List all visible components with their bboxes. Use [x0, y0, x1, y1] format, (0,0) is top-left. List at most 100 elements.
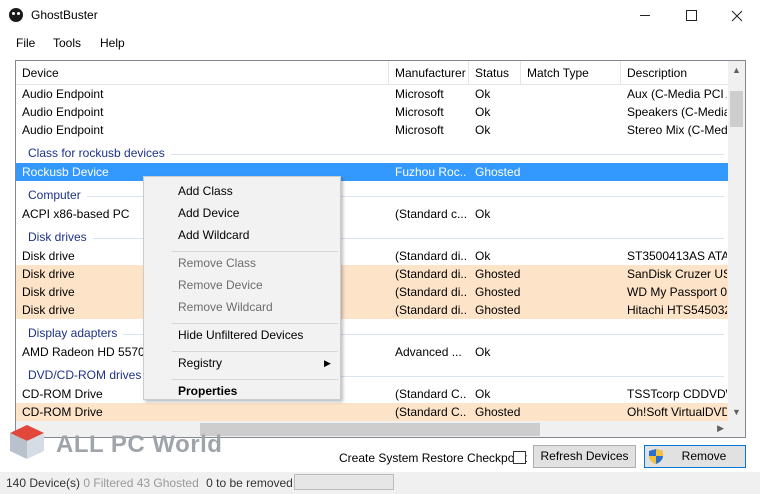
- scroll-up-icon[interactable]: ▲: [732, 65, 741, 75]
- cell-description: Oh!Soft VirtualDVD-RO: [627, 405, 727, 419]
- restore-checkpoint-checkbox[interactable]: [513, 451, 526, 464]
- table-row[interactable]: CD-ROM Drive (Standard C... Ghosted Oh!Soft…: [16, 403, 728, 421]
- cell-manufacturer: Microsoft: [395, 105, 444, 119]
- table-row[interactable]: Audio Endpoint Microsoft Ok Aux (C-Media PC…: [16, 85, 728, 103]
- context-menu: Add Class Add Device Add Wildcard Remove Cl…: [143, 176, 341, 400]
- minimize-button[interactable]: [622, 0, 668, 31]
- remove-ghosts-button[interactable]: Remove Ghosts: [644, 445, 746, 484]
- status-filtered-ghosted: 0 Filtered 43 Ghosted: [83, 476, 199, 490]
- group-header: DVD/CD-ROM drives: [16, 365, 728, 385]
- group-label: Class for rockusb devices: [28, 146, 171, 160]
- table-row[interactable]: Audio Endpoint Microsoft Ok Stereo Mix (C-M…: [16, 121, 728, 139]
- column-status[interactable]: Status: [475, 66, 509, 80]
- watermark-logo: [10, 425, 44, 459]
- context-item-add-device[interactable]: Add Device: [178, 206, 239, 220]
- status-device-count: 140 Device(s): [6, 476, 81, 490]
- cell-manufacturer: (Standard c...: [395, 207, 467, 221]
- vertical-scroll-thumb[interactable]: [730, 91, 743, 127]
- column-device[interactable]: Device: [22, 66, 59, 80]
- menu-file[interactable]: File: [16, 36, 35, 50]
- scroll-corner: [728, 421, 745, 437]
- table-row[interactable]: Disk drive (Standard di... Ghosted Hitachi …: [16, 301, 728, 319]
- table-row[interactable]: ACPI x86-based PC (Standard c... Ok: [16, 205, 728, 223]
- context-item-add-wildcard[interactable]: Add Wildcard: [178, 228, 249, 242]
- context-item-hide-unfiltered-devices[interactable]: Hide Unfiltered Devices: [178, 328, 303, 342]
- cell-manufacturer: (Standard di...: [395, 267, 467, 281]
- horizontal-scroll-thumb[interactable]: [200, 423, 540, 436]
- menu-bar: File Tools Help: [0, 31, 760, 55]
- cell-manufacturer: Advanced ...: [395, 345, 462, 359]
- list-header: Device Manufacturer Status Match Type De…: [16, 61, 728, 85]
- table-row[interactable]: AMD Radeon HD 5570 Advanced ... Ok: [16, 343, 728, 361]
- progress-bar: [294, 474, 394, 490]
- cell-device: Audio Endpoint: [22, 123, 104, 137]
- table-row[interactable]: Disk drive (Standard di... Ghosted WD My Pa…: [16, 283, 728, 301]
- group-header: Disk drives: [16, 227, 728, 247]
- close-button[interactable]: [714, 0, 760, 31]
- cell-manufacturer: Fuzhou Roc...: [395, 165, 467, 179]
- context-item-properties[interactable]: Properties: [178, 384, 237, 398]
- group-header: Computer: [16, 185, 728, 205]
- status-to-remove: 0 to be removed: [206, 476, 293, 490]
- column-match-type[interactable]: Match Type: [527, 66, 589, 80]
- table-row[interactable]: Audio Endpoint Microsoft Ok Speakers (C-Med…: [16, 103, 728, 121]
- cell-status: Ok: [475, 123, 491, 137]
- menu-separator: [172, 323, 338, 324]
- close-icon: [731, 10, 743, 22]
- column-manufacturer[interactable]: Manufacturer: [395, 66, 466, 80]
- submenu-arrow-icon: ▶: [324, 358, 331, 368]
- cell-description: SanDisk Cruzer USB De: [627, 267, 727, 281]
- group-label: Computer: [28, 188, 87, 202]
- cell-status: Ghosted: [475, 267, 521, 281]
- column-description[interactable]: Description: [627, 66, 687, 80]
- group-header: Class for rockusb devices: [16, 143, 728, 163]
- group-label: Display adapters: [28, 326, 124, 340]
- cell-device: Audio Endpoint: [22, 87, 104, 101]
- cell-status: Ok: [475, 345, 491, 359]
- scroll-right-icon[interactable]: ▶: [717, 423, 724, 434]
- context-item-remove-class: Remove Class: [178, 256, 257, 270]
- cell-manufacturer: (Standard di...: [395, 285, 467, 299]
- context-item-remove-device: Remove Device: [178, 278, 263, 292]
- vertical-scrollbar[interactable]: ▲ ▼: [728, 61, 745, 421]
- cell-description: Stereo Mix (C-Media PC: [627, 123, 727, 137]
- scroll-down-icon[interactable]: ▼: [732, 407, 741, 417]
- group-header: Display adapters: [16, 323, 728, 343]
- context-item-add-class[interactable]: Add Class: [178, 184, 233, 198]
- context-item-remove-wildcard: Remove Wildcard: [178, 300, 273, 314]
- cell-manufacturer: (Standard C...: [395, 405, 467, 419]
- cell-manufacturer: (Standard di...: [395, 303, 467, 317]
- cell-manufacturer: Microsoft: [395, 123, 444, 137]
- table-row[interactable]: Rockusb Device Fuzhou Roc... Ghosted: [16, 163, 728, 181]
- cell-device: CD-ROM Drive: [22, 405, 103, 419]
- cell-description: WD My Passport 0820 U: [627, 285, 727, 299]
- cell-description: Hitachi HTS545032B9A3: [627, 303, 727, 317]
- table-row[interactable]: Disk drive (Standard di... Ghosted SanDisk …: [16, 265, 728, 283]
- table-row[interactable]: CD-ROM Drive (Standard C... Ok TSSTcorp CDD…: [16, 385, 728, 403]
- cell-manufacturer: Microsoft: [395, 87, 444, 101]
- group-label: DVD/CD-ROM drives: [28, 368, 148, 382]
- cell-status: Ok: [475, 87, 491, 101]
- watermark-text: ALL PC World: [56, 431, 223, 458]
- cell-status: Ok: [475, 249, 491, 263]
- menu-separator: [172, 351, 338, 352]
- cell-status: Ok: [475, 207, 491, 221]
- menu-separator: [172, 251, 338, 252]
- menu-tools[interactable]: Tools: [53, 36, 81, 50]
- device-list[interactable]: Device Manufacturer Status Match Type De…: [15, 60, 746, 438]
- cell-device: Audio Endpoint: [22, 105, 104, 119]
- group-label: Disk drives: [28, 230, 93, 244]
- shield-icon: [649, 449, 663, 464]
- maximize-button[interactable]: [668, 0, 714, 31]
- cell-status: Ok: [475, 387, 491, 401]
- cell-status: Ok: [475, 105, 491, 119]
- title-bar: GhostBuster: [0, 0, 760, 31]
- restore-checkpoint-label: Create System Restore Checkpoint: [339, 451, 528, 465]
- refresh-devices-button[interactable]: Refresh Devices: [533, 445, 636, 468]
- table-row[interactable]: Disk drive (Standard di... Ok ST3500413AS A…: [16, 247, 728, 265]
- menu-help[interactable]: Help: [100, 36, 125, 50]
- cell-manufacturer: (Standard C...: [395, 387, 467, 401]
- cell-status: Ghosted: [475, 285, 521, 299]
- context-item-registry[interactable]: Registry: [178, 356, 222, 370]
- cell-description: TSSTcorp CDDVDW SH-: [627, 387, 727, 401]
